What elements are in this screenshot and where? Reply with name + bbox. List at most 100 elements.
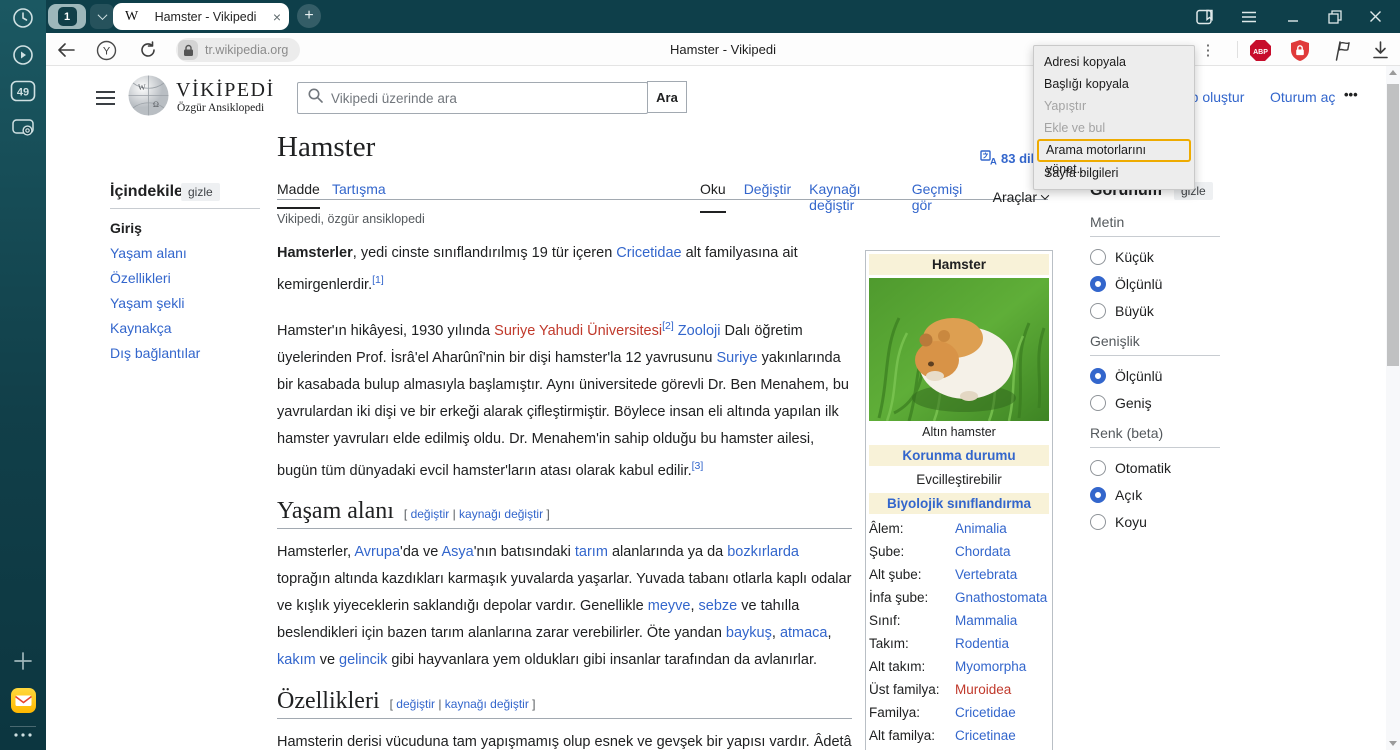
refresh-icon[interactable]	[136, 38, 160, 62]
taxon-link[interactable]: Myomorpha	[955, 659, 1026, 674]
minimize-button[interactable]	[1274, 0, 1312, 33]
view-history[interactable]: Geçmişi gör	[912, 181, 975, 213]
article-link[interactable]: Cricetidae	[616, 245, 681, 261]
radio-option[interactable]: Küçük	[1090, 249, 1220, 265]
personal-more-icon[interactable]: •••	[1344, 87, 1358, 102]
taxon-link[interactable]: Muroidea	[955, 682, 1011, 697]
article-link[interactable]: meyve	[648, 598, 691, 614]
article-link[interactable]: tarım	[575, 544, 608, 560]
reference-link[interactable]: [2]	[662, 320, 674, 332]
menu-item-page-info[interactable]: Sayfa bilgileri	[1034, 162, 1194, 184]
browser-menu-icon[interactable]	[1230, 0, 1268, 33]
radio-option[interactable]: Büyük	[1090, 303, 1220, 319]
view-read[interactable]: Oku	[700, 181, 726, 213]
article-link[interactable]: kaynağı değiştir	[459, 507, 543, 521]
yandex-button-icon[interactable]: Y	[94, 38, 118, 62]
back-icon[interactable]	[54, 38, 78, 62]
wikipedia-logo[interactable]: W Ω	[127, 74, 170, 122]
article-link[interactable]: değiştir	[411, 507, 450, 521]
new-tab-button[interactable]: +	[297, 4, 321, 28]
radio-option[interactable]: Ölçünlü	[1090, 276, 1220, 292]
protect-shield-icon[interactable]	[1288, 38, 1312, 62]
toc-item-yasam-alani[interactable]: Yaşam alanı	[110, 245, 260, 261]
panels-icon[interactable]	[1186, 0, 1224, 33]
menu-item-copy-title[interactable]: Başlığı kopyala	[1034, 73, 1194, 95]
article-link[interactable]: Zooloji	[678, 323, 721, 339]
wiki-menu-icon[interactable]	[96, 87, 115, 109]
taxon-link[interactable]: Mammalia	[955, 613, 1017, 628]
article-link[interactable]: sebze	[699, 598, 738, 614]
close-button[interactable]	[1356, 0, 1394, 33]
language-icon[interactable]: A	[980, 150, 997, 170]
tab-article[interactable]: Madde	[277, 181, 320, 209]
article-link[interactable]: Suriye	[717, 350, 758, 366]
taxon-link[interactable]: Chordata	[955, 544, 1011, 559]
taxon-link[interactable]: Vertebrata	[955, 567, 1017, 582]
menu-item-copy-address[interactable]: Adresi kopyala	[1034, 51, 1194, 73]
scroll-down-icon[interactable]	[1389, 741, 1397, 746]
screen-capture-icon[interactable]	[0, 117, 46, 139]
radio-icon[interactable]	[1090, 514, 1106, 530]
radio-icon[interactable]	[1090, 303, 1106, 319]
radio-icon[interactable]	[1090, 249, 1106, 265]
article-link[interactable]: atmaca	[780, 625, 828, 641]
flag-icon[interactable]	[1330, 38, 1354, 62]
article-link[interactable]: Suriye Yahudi Üniversitesi	[494, 323, 662, 339]
download-icon[interactable]	[1368, 38, 1392, 62]
mail-icon[interactable]	[0, 687, 46, 714]
page-scrollbar[interactable]	[1386, 66, 1400, 750]
view-edit[interactable]: Değiştir	[744, 181, 791, 213]
article-link[interactable]: kakım	[277, 652, 316, 668]
adblock-plus-icon[interactable]: ABP	[1248, 38, 1272, 62]
radio-option[interactable]: Açık	[1090, 487, 1220, 503]
scroll-up-icon[interactable]	[1389, 70, 1397, 75]
scrollbar-thumb[interactable]	[1387, 84, 1399, 366]
restore-button[interactable]	[1316, 0, 1354, 33]
radio-selected-icon[interactable]	[1090, 368, 1106, 384]
reference-link[interactable]: [3]	[692, 460, 704, 472]
workspace-chevron-button[interactable]	[90, 4, 114, 29]
workspace-button[interactable]: 1	[48, 4, 86, 29]
lock-icon[interactable]	[178, 40, 198, 60]
radio-option[interactable]: Geniş	[1090, 395, 1220, 411]
search-input[interactable]: Vikipedi üzerinde ara	[297, 82, 648, 114]
browser-tab[interactable]: W Hamster - Vikipedi ×	[113, 3, 289, 30]
radio-selected-icon[interactable]	[1090, 487, 1106, 503]
tab-close-icon[interactable]: ×	[273, 10, 281, 24]
radio-icon[interactable]	[1090, 460, 1106, 476]
history-icon[interactable]	[0, 6, 46, 30]
article-link[interactable]: kaynağı değiştir	[445, 697, 529, 711]
reference-link[interactable]: [1]	[372, 274, 384, 286]
wiki-wordmark[interactable]: VİKİPEDİ	[176, 79, 275, 102]
play-panel-icon[interactable]	[0, 43, 46, 67]
taxon-link[interactable]: Animalia	[955, 521, 1007, 536]
taxon-link[interactable]: Cricetidae	[955, 705, 1016, 720]
view-edit-source[interactable]: Kaynağı değiştir	[809, 181, 894, 213]
rail-more-icon[interactable]	[0, 731, 46, 739]
search-button[interactable]: Ara	[647, 81, 687, 113]
radio-icon[interactable]	[1090, 395, 1106, 411]
toc-item-yasam-sekli[interactable]: Yaşam şekli	[110, 295, 260, 311]
more-vertical-icon[interactable]: ⋮	[1196, 38, 1220, 62]
conservation-header[interactable]: Korunma durumu	[869, 445, 1049, 466]
article-link[interactable]: Asya	[442, 544, 474, 560]
toc-item-giris[interactable]: Giriş	[110, 220, 260, 236]
article-link[interactable]: bozkırlarda	[727, 544, 799, 560]
add-panel-icon[interactable]	[0, 650, 46, 672]
toc-hide-button[interactable]: gizle	[181, 183, 220, 201]
article-link[interactable]: değiştir	[396, 697, 435, 711]
radio-option[interactable]: Koyu	[1090, 514, 1220, 530]
menu-item-manage-search-engines[interactable]: Arama motorlarını yönet...	[1037, 139, 1191, 162]
article-link[interactable]: gelincik	[339, 652, 387, 668]
taxon-link[interactable]: Rodentia	[955, 636, 1009, 651]
radio-option[interactable]: Otomatik	[1090, 460, 1220, 476]
toc-item-ozellikleri[interactable]: Özellikleri	[110, 270, 260, 286]
toc-item-dis-baglantilar[interactable]: Dış bağlantılar	[110, 345, 260, 361]
taxon-link[interactable]: Gnathostomata	[955, 590, 1047, 605]
hamster-image[interactable]	[869, 278, 1049, 421]
classification-header[interactable]: Biyolojik sınıflandırma	[869, 493, 1049, 514]
tab-talk[interactable]: Tartışma	[332, 181, 386, 197]
article-link[interactable]: baykuş	[726, 625, 772, 641]
language-count-button[interactable]: 83 dil	[1001, 151, 1034, 166]
address-bar[interactable]: tr.wikipedia.org	[176, 38, 300, 62]
